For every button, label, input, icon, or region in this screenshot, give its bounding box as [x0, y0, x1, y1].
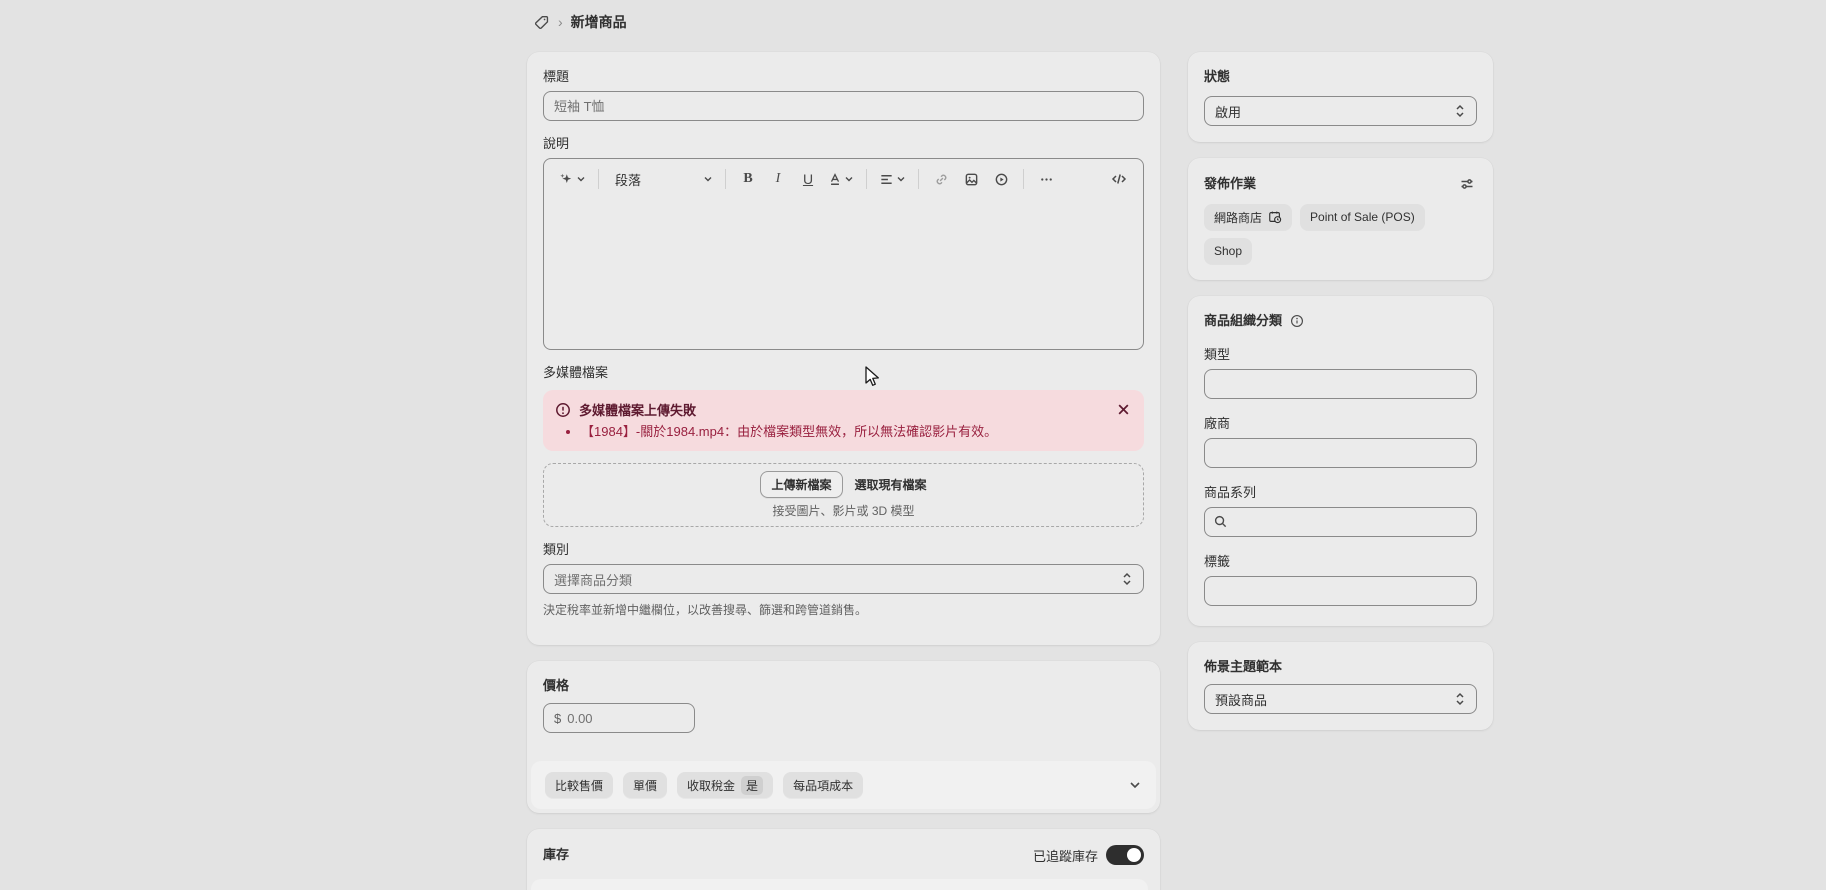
- pill-label: Shop: [1214, 244, 1242, 258]
- code-view-icon[interactable]: [1105, 165, 1133, 193]
- pill-label: 網路商店: [1214, 209, 1262, 226]
- editor-toolbar: 段落 B I U: [544, 159, 1143, 199]
- breadcrumb: › 新增商品: [533, 12, 627, 32]
- pill-label: Point of Sale (POS): [1310, 210, 1415, 224]
- currency-prefix: $: [554, 711, 561, 726]
- theme-template-card: 佈景主題範本 預設商品: [1188, 642, 1493, 730]
- pricing-card: 價格 $ 比較售價 單價 收取稅金 是 每品項成本: [527, 661, 1160, 813]
- pricing-title: 價格: [543, 677, 1144, 695]
- pill-label: 收取稅金: [687, 777, 735, 794]
- more-options-icon[interactable]: [1032, 165, 1060, 193]
- category-helper: 決定稅率並新增中繼欄位，以改善搜尋、篩選和跨管道銷售。: [543, 602, 1144, 618]
- tax-value-badge: 是: [741, 776, 763, 795]
- close-icon[interactable]: [1115, 401, 1132, 418]
- price-field[interactable]: $: [543, 703, 695, 733]
- vendor-input[interactable]: [1204, 438, 1477, 468]
- ai-sparkle-button[interactable]: [554, 165, 590, 193]
- main-column: 標題 說明 段落 B I U: [527, 52, 1160, 890]
- organization-card: 商品組織分類 類型 廠商 商品系列: [1188, 296, 1493, 626]
- status-card: 狀態 啟用: [1188, 52, 1493, 142]
- description-editor: 段落 B I U: [543, 158, 1144, 350]
- products-tag-icon[interactable]: [533, 14, 550, 31]
- collections-input[interactable]: [1204, 507, 1477, 537]
- select-existing-file-button[interactable]: 選取現有檔案: [855, 476, 927, 493]
- media-label: 多媒體檔案: [543, 364, 1144, 382]
- inventory-subsection: [531, 879, 1148, 890]
- toolbar-divider: [866, 169, 867, 189]
- select-updown-icon: [1121, 572, 1133, 586]
- chevron-down-icon[interactable]: [1128, 778, 1142, 792]
- toolbar-divider: [918, 169, 919, 189]
- description-label: 說明: [543, 135, 1144, 153]
- toolbar-divider: [1023, 169, 1024, 189]
- paragraph-style-dropdown[interactable]: 段落: [607, 165, 717, 193]
- title-label: 標題: [543, 68, 1144, 86]
- collections-label: 商品系列: [1204, 484, 1477, 502]
- channel-pos-pill[interactable]: Point of Sale (POS): [1300, 204, 1425, 230]
- tags-label: 標籤: [1204, 553, 1477, 571]
- pill-label: 單價: [633, 777, 657, 794]
- price-input[interactable]: [567, 711, 684, 726]
- theme-template-select[interactable]: 預設商品: [1204, 684, 1477, 714]
- status-select[interactable]: 啟用: [1204, 96, 1477, 126]
- inventory-title: 庫存: [543, 846, 569, 864]
- media-hint: 接受圖片、影片或 3D 模型: [772, 503, 914, 519]
- pill-label: 比較售價: [555, 777, 603, 794]
- category-label: 類別: [543, 541, 1144, 559]
- error-alert-icon: [555, 402, 571, 418]
- unit-price-pill[interactable]: 單價: [623, 772, 667, 798]
- publishing-card: 發佈作業 網路商店 Point of Sale (P: [1188, 158, 1493, 280]
- tags-input[interactable]: [1204, 576, 1477, 606]
- toolbar-divider: [725, 169, 726, 189]
- paragraph-style-label: 段落: [611, 170, 645, 189]
- select-updown-icon: [1454, 104, 1466, 118]
- status-title: 狀態: [1204, 68, 1477, 86]
- bold-button[interactable]: B: [734, 165, 762, 193]
- category-select[interactable]: 選擇商品分類: [543, 564, 1144, 594]
- type-input[interactable]: [1204, 369, 1477, 399]
- compare-at-price-pill[interactable]: 比較售價: [545, 772, 613, 798]
- calendar-clock-icon: [1268, 210, 1282, 224]
- organization-title: 商品組織分類: [1204, 312, 1282, 330]
- product-details-card: 標題 說明 段落 B I U: [527, 52, 1160, 645]
- pill-label: 每品項成本: [793, 777, 853, 794]
- status-select-value: 啟用: [1215, 102, 1241, 121]
- toolbar-divider: [598, 169, 599, 189]
- upload-new-file-button[interactable]: 上傳新檔案: [760, 471, 842, 498]
- media-upload-error-banner: 多媒體檔案上傳失敗 【1984】-關於1984.mp4：由於檔案類型無效，所以無…: [543, 390, 1144, 451]
- select-updown-icon: [1454, 692, 1466, 706]
- pricing-options-panel: 比較售價 單價 收取稅金 是 每品項成本: [531, 761, 1156, 809]
- insert-image-icon[interactable]: [957, 165, 985, 193]
- charge-tax-pill[interactable]: 收取稅金 是: [677, 772, 773, 798]
- page-title: 新增商品: [571, 12, 627, 32]
- theme-template-value: 預設商品: [1215, 690, 1267, 709]
- error-detail: 【1984】-關於1984.mp4：由於檔案類型無效，所以無法確認影片有效。: [581, 423, 1132, 441]
- theme-template-title: 佈景主題範本: [1204, 658, 1477, 676]
- insert-video-icon[interactable]: [987, 165, 1015, 193]
- search-icon: [1213, 514, 1228, 529]
- type-label: 類型: [1204, 346, 1477, 364]
- channel-shop-pill[interactable]: Shop: [1204, 238, 1252, 264]
- breadcrumb-chevron-icon: ›: [558, 14, 563, 30]
- text-align-button[interactable]: [875, 165, 910, 193]
- vendor-label: 廠商: [1204, 415, 1477, 433]
- italic-button[interactable]: I: [764, 165, 792, 193]
- text-color-button[interactable]: [824, 165, 858, 193]
- title-input[interactable]: [543, 91, 1144, 121]
- description-textarea[interactable]: [544, 199, 1143, 349]
- publishing-settings-sliders-icon[interactable]: [1457, 174, 1477, 194]
- category-select-value: 選擇商品分類: [554, 570, 632, 589]
- track-inventory-toggle[interactable]: [1106, 845, 1144, 865]
- sidebar-column: 狀態 啟用 發佈作業 網路商店: [1188, 52, 1493, 730]
- publishing-title: 發佈作業: [1204, 175, 1256, 193]
- cost-per-item-pill[interactable]: 每品項成本: [783, 772, 863, 798]
- link-icon[interactable]: [927, 165, 955, 193]
- media-dropzone[interactable]: 上傳新檔案 選取現有檔案 接受圖片、影片或 3D 模型: [543, 463, 1144, 527]
- underline-button[interactable]: U: [794, 165, 822, 193]
- error-title: 多媒體檔案上傳失敗: [579, 400, 1107, 419]
- inventory-card: 庫存 已追蹤庫存: [527, 829, 1160, 890]
- channel-online-store-pill[interactable]: 網路商店: [1204, 204, 1292, 230]
- track-inventory-label: 已追蹤庫存: [1033, 846, 1098, 865]
- info-icon[interactable]: [1288, 312, 1306, 330]
